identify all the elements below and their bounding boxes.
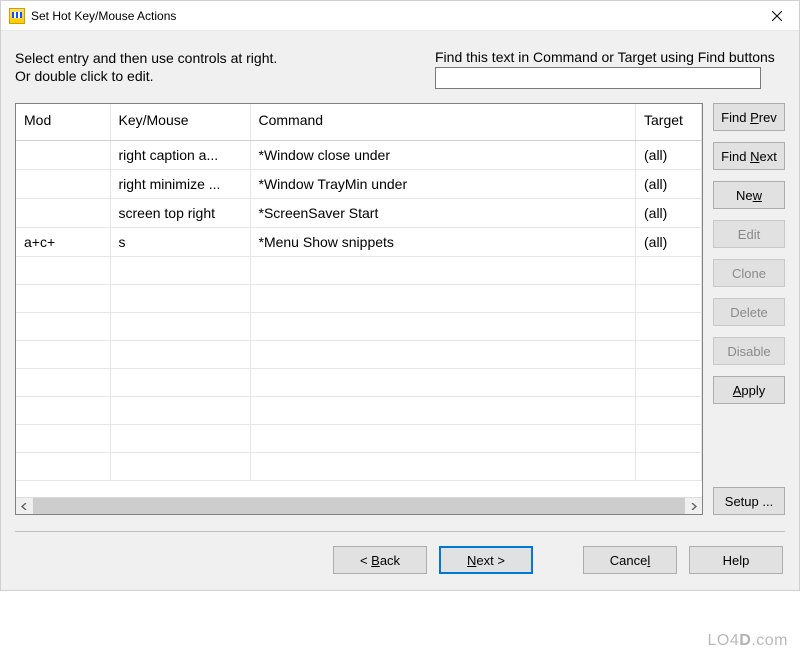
cell-target	[636, 424, 702, 452]
apply-button[interactable]: Apply	[713, 376, 785, 404]
table-row[interactable]	[16, 284, 702, 312]
cell-command: *Window close under	[250, 140, 636, 169]
instructions-line2: Or double click to edit.	[15, 68, 154, 84]
cell-key	[110, 452, 250, 480]
clone-button[interactable]: Clone	[713, 259, 785, 287]
dialog-window: Set Hot Key/Mouse Actions Select entry a…	[0, 0, 800, 591]
cell-key	[110, 312, 250, 340]
table-row[interactable]: right caption a...*Window close under(al…	[16, 140, 702, 169]
next-button[interactable]: Next >	[439, 546, 533, 574]
cell-mod	[16, 140, 110, 169]
cell-target	[636, 340, 702, 368]
cell-target: (all)	[636, 169, 702, 198]
table-header-row[interactable]: Mod Key/Mouse Command Target	[16, 104, 702, 140]
cell-target: (all)	[636, 227, 702, 256]
cell-target	[636, 312, 702, 340]
cell-command: *Window TrayMin under	[250, 169, 636, 198]
col-mod[interactable]: Mod	[16, 104, 110, 140]
find-input[interactable]	[435, 67, 761, 89]
actions-grid[interactable]: Mod Key/Mouse Command Target right capti…	[15, 103, 703, 515]
instructions-line1: Select entry and then use controls at ri…	[15, 50, 277, 66]
cell-key	[110, 340, 250, 368]
instructions-text: Select entry and then use controls at ri…	[15, 49, 395, 89]
cell-mod	[16, 368, 110, 396]
delete-button[interactable]: Delete	[713, 298, 785, 326]
cell-command	[250, 396, 636, 424]
cell-command: *ScreenSaver Start	[250, 198, 636, 227]
cancel-button[interactable]: Cancel	[583, 546, 677, 574]
table-row[interactable]	[16, 424, 702, 452]
app-icon	[9, 8, 25, 24]
cell-mod	[16, 452, 110, 480]
cell-mod: a+c+	[16, 227, 110, 256]
cell-mod	[16, 340, 110, 368]
table-row[interactable]	[16, 340, 702, 368]
cell-mod	[16, 312, 110, 340]
cell-mod	[16, 169, 110, 198]
titlebar[interactable]: Set Hot Key/Mouse Actions	[1, 1, 799, 31]
table-row[interactable]: right minimize ...*Window TrayMin under(…	[16, 169, 702, 198]
cell-key: screen top right	[110, 198, 250, 227]
table-row[interactable]: screen top right*ScreenSaver Start(all)	[16, 198, 702, 227]
cell-command	[250, 452, 636, 480]
table-row[interactable]	[16, 396, 702, 424]
cell-command	[250, 340, 636, 368]
table-row[interactable]: a+c+s*Menu Show snippets(all)	[16, 227, 702, 256]
col-target[interactable]: Target	[636, 104, 702, 140]
find-label: Find this text in Command or Target usin…	[435, 49, 775, 65]
client-area: Select entry and then use controls at ri…	[1, 31, 799, 590]
edit-button[interactable]: Edit	[713, 220, 785, 248]
cell-mod	[16, 256, 110, 284]
cell-target	[636, 368, 702, 396]
close-button[interactable]	[755, 1, 799, 31]
find-prev-button[interactable]: Find Prev	[713, 103, 785, 131]
cell-mod	[16, 396, 110, 424]
table-row[interactable]	[16, 368, 702, 396]
cell-key	[110, 284, 250, 312]
cell-target	[636, 284, 702, 312]
cell-mod	[16, 198, 110, 227]
scroll-right-button[interactable]	[685, 498, 702, 514]
cell-command	[250, 256, 636, 284]
watermark: LO4D.com	[708, 632, 788, 650]
find-next-button[interactable]: Find Next	[713, 142, 785, 170]
scroll-thumb[interactable]	[33, 498, 685, 514]
cell-command	[250, 312, 636, 340]
cell-mod	[16, 424, 110, 452]
table-row[interactable]	[16, 256, 702, 284]
cell-target	[636, 452, 702, 480]
cell-key	[110, 396, 250, 424]
cell-key: s	[110, 227, 250, 256]
cell-key	[110, 256, 250, 284]
cell-target	[636, 256, 702, 284]
cell-command: *Menu Show snippets	[250, 227, 636, 256]
scroll-left-button[interactable]	[16, 498, 33, 514]
separator	[15, 531, 785, 532]
cell-key	[110, 368, 250, 396]
table-row[interactable]	[16, 312, 702, 340]
new-button[interactable]: New	[713, 181, 785, 209]
cell-mod	[16, 284, 110, 312]
cell-command	[250, 368, 636, 396]
cell-target: (all)	[636, 140, 702, 169]
disable-button[interactable]: Disable	[713, 337, 785, 365]
cell-target: (all)	[636, 198, 702, 227]
cell-command	[250, 424, 636, 452]
cell-key	[110, 424, 250, 452]
window-title: Set Hot Key/Mouse Actions	[31, 9, 176, 23]
chevron-right-icon	[690, 503, 697, 510]
table-row[interactable]	[16, 452, 702, 480]
cell-target	[636, 396, 702, 424]
horizontal-scrollbar[interactable]	[16, 497, 702, 514]
back-button[interactable]: < Back	[333, 546, 427, 574]
col-command[interactable]: Command	[250, 104, 636, 140]
cell-command	[250, 284, 636, 312]
chevron-left-icon	[21, 503, 28, 510]
cell-key: right caption a...	[110, 140, 250, 169]
close-icon	[772, 11, 782, 21]
cell-key: right minimize ...	[110, 169, 250, 198]
help-button[interactable]: Help	[689, 546, 783, 574]
col-key[interactable]: Key/Mouse	[110, 104, 250, 140]
setup-button[interactable]: Setup ...	[713, 487, 785, 515]
